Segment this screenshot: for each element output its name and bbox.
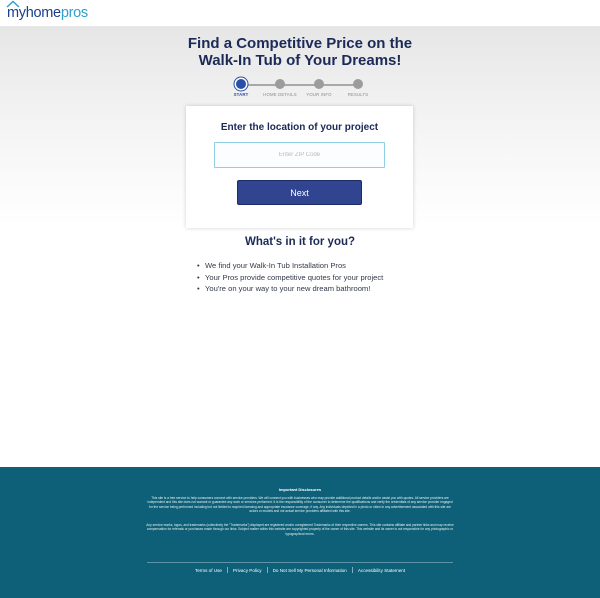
myhomepros-logo[interactable]: myhomepros — [6, 0, 88, 21]
do-not-sell-link[interactable]: Do Not Sell My Personal Information — [268, 568, 352, 573]
step-start-dot — [236, 79, 246, 89]
terms-of-use-link[interactable]: Terms of Use — [190, 568, 227, 573]
house-roof-icon — [6, 0, 20, 8]
benefits-title: What's in it for you? — [244, 236, 356, 248]
page-title-line-1: Find a Competitive Price on the — [187, 35, 413, 52]
logo-text-pros: pros — [60, 4, 88, 21]
site-header: myhomepros — [0, 0, 600, 26]
benefit-item: You're on your way to your new dream bat… — [197, 283, 457, 295]
step-results-dot — [353, 79, 363, 89]
disclosure-paragraph-1: This site is a free service to help cons… — [147, 496, 453, 513]
page-title-line-2: Walk-In Tub of Your Dreams! — [198, 52, 402, 69]
footer-links: Terms of Use Privacy Policy Do Not Sell … — [0, 567, 600, 573]
benefit-item: Your Pros provide competitive quotes for… — [197, 272, 457, 284]
benefit-item: We find your Walk-In Tub Installation Pr… — [197, 260, 457, 272]
accessibility-statement-link[interactable]: Accessibility Statement — [353, 568, 410, 573]
zip-form-card: Enter the location of your project Next — [186, 106, 413, 228]
progress-steps: START HOME DETAILS YOUR INFO RESULTS — [222, 79, 368, 101]
step-your-info-dot — [314, 79, 324, 89]
step-results-label: RESULTS — [347, 92, 369, 97]
step-home-details-dot — [275, 79, 285, 89]
disclosures-title: Important Disclosures — [278, 487, 322, 492]
logo-text-home: home — [25, 4, 61, 21]
footer-divider — [147, 562, 453, 563]
step-results: RESULTS — [328, 79, 388, 97]
zip-code-input[interactable] — [214, 142, 385, 168]
privacy-policy-link[interactable]: Privacy Policy — [228, 568, 267, 573]
disclosure-paragraph-2: Any service marks, logos, and trademarks… — [146, 523, 454, 536]
benefits-list: We find your Walk-In Tub Installation Pr… — [197, 260, 457, 295]
page-title: Find a Competitive Price on the Walk-In … — [0, 35, 600, 69]
site-footer: Important Disclosures This site is a fre… — [0, 467, 600, 598]
next-button[interactable]: Next — [237, 180, 362, 205]
form-title: Enter the location of your project — [220, 122, 379, 133]
